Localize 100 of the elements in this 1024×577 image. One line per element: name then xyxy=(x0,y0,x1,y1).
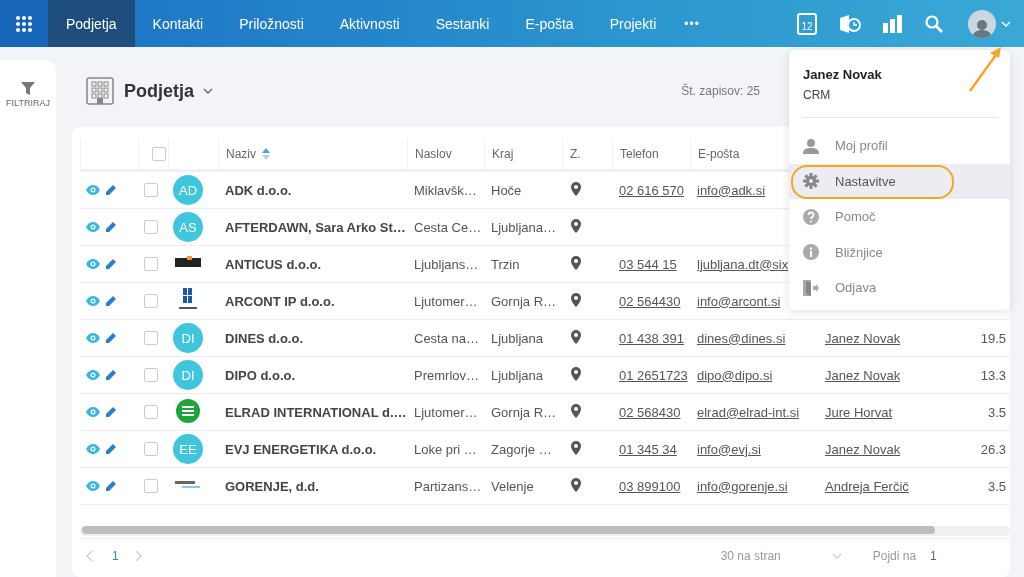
owner-link[interactable]: Janez Novak xyxy=(825,367,901,383)
eye-icon[interactable] xyxy=(86,222,100,232)
eye-icon[interactable] xyxy=(86,185,100,195)
pencil-icon[interactable] xyxy=(105,443,116,455)
map-pin-icon[interactable] xyxy=(571,366,581,381)
column-header[interactable]: Kraj xyxy=(492,147,514,161)
select-all-checkbox[interactable] xyxy=(152,147,166,161)
apps-grid-icon[interactable] xyxy=(15,14,33,33)
company-name[interactable]: ADK d.o.o. xyxy=(218,182,407,198)
company-name[interactable]: ELRAD INTERNATIONAL d.… xyxy=(218,404,407,420)
row-checkbox[interactable] xyxy=(144,220,158,234)
email-link[interactable]: dipo@dipo.si xyxy=(697,367,773,383)
phone-link[interactable]: 01 345 34 xyxy=(619,441,677,457)
row-checkbox[interactable] xyxy=(144,294,158,308)
pencil-icon[interactable] xyxy=(105,369,116,381)
pencil-icon[interactable] xyxy=(105,480,116,492)
column-header[interactable]: Telefon xyxy=(620,147,659,161)
eye-icon[interactable] xyxy=(86,370,100,380)
calendar-clock-icon[interactable] xyxy=(839,13,861,34)
page-number[interactable]: 1 xyxy=(98,549,133,563)
owner-link[interactable]: Jure Horvat xyxy=(825,404,893,420)
map-pin-icon[interactable] xyxy=(571,292,581,307)
row-checkbox[interactable] xyxy=(144,442,158,456)
nav-tab[interactable]: Kontakti xyxy=(134,0,222,47)
menu-item[interactable]: Moj profil xyxy=(789,128,1010,164)
email-link[interactable]: ljubljana.dt@six xyxy=(697,256,789,272)
owner-link[interactable]: Andreja Ferčič xyxy=(825,478,909,494)
column-header[interactable]: Naziv xyxy=(226,147,256,161)
nav-tab[interactable]: Aktivnosti xyxy=(321,0,418,47)
company-name[interactable]: DINES d.o.o. xyxy=(218,330,407,346)
email-link[interactable]: info@evj.si xyxy=(697,441,761,457)
map-pin-icon[interactable] xyxy=(571,255,581,270)
company-name[interactable]: ARCONT IP d.o.o. xyxy=(218,293,407,309)
phone-link[interactable]: 03 899100 xyxy=(619,478,681,494)
company-name[interactable]: ANTICUS d.o.o. xyxy=(218,256,407,272)
map-pin-icon[interactable] xyxy=(571,403,581,418)
eye-icon[interactable] xyxy=(86,333,100,343)
column-header[interactable]: E-pošta xyxy=(698,147,740,161)
column-header[interactable]: Z. xyxy=(570,147,581,161)
nav-tab[interactable]: Priložnosti xyxy=(221,0,322,47)
phone-link[interactable]: 02 568430 xyxy=(619,404,681,420)
menu-item[interactable]: Nastavitve xyxy=(789,163,1010,199)
eye-icon[interactable] xyxy=(86,481,100,491)
record-count: Št. zapisov: 25 xyxy=(681,84,760,98)
map-pin-icon[interactable] xyxy=(571,329,581,344)
eye-icon[interactable] xyxy=(86,444,100,454)
row-checkbox[interactable] xyxy=(144,368,158,382)
pencil-icon[interactable] xyxy=(105,258,116,270)
map-pin-icon[interactable] xyxy=(571,181,581,196)
filter-button[interactable]: FILTRIRAJ xyxy=(0,60,56,108)
row-checkbox[interactable] xyxy=(144,479,158,493)
owner-link[interactable]: Janez Novak xyxy=(825,441,901,457)
question-icon xyxy=(803,208,819,225)
company-name[interactable]: DIPO d.o.o. xyxy=(218,367,407,383)
company-name[interactable]: GORENJE, d.d. xyxy=(218,478,407,494)
goto-page-field[interactable]: 1 xyxy=(930,549,937,563)
pencil-icon[interactable] xyxy=(105,221,116,233)
row-checkbox[interactable] xyxy=(144,405,158,419)
pencil-icon[interactable] xyxy=(105,295,116,307)
email-link[interactable]: dines@dines.si xyxy=(697,330,786,346)
nav-tab[interactable]: Podjetja xyxy=(48,0,135,47)
company-logo-icon xyxy=(174,478,202,491)
email-link[interactable]: info@arcont.si xyxy=(697,293,781,309)
pencil-icon[interactable] xyxy=(105,406,116,418)
row-checkbox[interactable] xyxy=(144,331,158,345)
column-header[interactable]: Naslov xyxy=(415,147,452,161)
menu-item[interactable]: Bližnjice xyxy=(789,234,1010,270)
map-pin-icon[interactable] xyxy=(571,440,581,455)
map-pin-icon[interactable] xyxy=(571,218,581,233)
map-pin-icon[interactable] xyxy=(571,477,581,492)
email-link[interactable]: info@adk.si xyxy=(697,182,766,198)
row-checkbox[interactable] xyxy=(144,183,158,197)
search-icon[interactable] xyxy=(925,14,943,33)
phone-link[interactable]: 01 438 391 xyxy=(619,330,685,346)
email-link[interactable]: elrad@elrad-int.si xyxy=(697,404,800,420)
eye-icon[interactable] xyxy=(86,259,100,269)
company-name[interactable]: EVJ ENERGETIKA d.o.o. xyxy=(218,441,407,457)
menu-item[interactable]: Odjava xyxy=(789,270,1010,306)
phone-link[interactable]: 02 616 570 xyxy=(619,182,685,198)
company-name[interactable]: AFTERDAWN, Sara Arko St… xyxy=(218,219,407,235)
eye-icon[interactable] xyxy=(86,296,100,306)
bar-chart-icon[interactable] xyxy=(883,14,903,33)
email-link[interactable]: info@gorenje.si xyxy=(697,478,788,494)
eye-icon[interactable] xyxy=(86,407,100,417)
owner-link[interactable]: Janez Novak xyxy=(825,330,901,346)
phone-link[interactable]: 01 2651723 xyxy=(619,367,688,383)
pencil-icon[interactable] xyxy=(105,332,116,344)
avatar-button[interactable] xyxy=(968,9,996,38)
table-cell: 13.3 xyxy=(980,367,1006,383)
menu-item[interactable]: Pomoč xyxy=(789,199,1010,235)
horizontal-scrollbar[interactable] xyxy=(80,526,1010,536)
initials-avatar: EE xyxy=(173,434,203,464)
row-checkbox[interactable] xyxy=(144,257,158,271)
chevron-down-icon[interactable] xyxy=(202,86,214,96)
sort-icon[interactable] xyxy=(262,148,270,160)
phone-link[interactable]: 03 544 15 xyxy=(619,256,677,272)
pencil-icon[interactable] xyxy=(105,184,116,196)
table-cell-text: Partizans… xyxy=(413,478,483,494)
nav-tab[interactable]: Sestanki xyxy=(417,0,508,47)
phone-link[interactable]: 02 564430 xyxy=(619,293,681,309)
